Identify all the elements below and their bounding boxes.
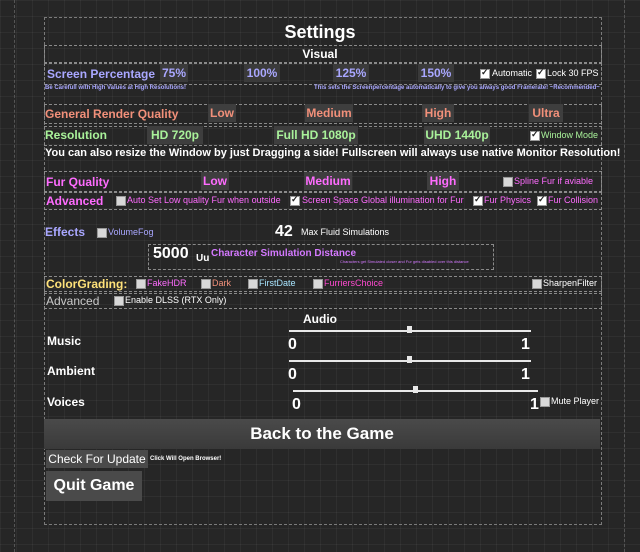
resolution-1440-button[interactable]: UHD 1440p	[424, 126, 490, 144]
colorgrading-row	[44, 276, 602, 292]
fur-physics-label: Fur Physics	[484, 195, 532, 205]
screen-percentage-label: Screen Percentage	[47, 67, 156, 81]
window-mode-label: Window Mode	[541, 130, 599, 140]
fur-quality-low-button[interactable]: Low	[201, 172, 229, 190]
fur-quality-label: Fur Quality	[46, 175, 110, 189]
fluid-count-label: Max Fluid Simulations	[301, 227, 390, 237]
auto-low-label: Auto Set Low quality Fur when outside	[127, 195, 281, 205]
dlss-checkbox[interactable]	[114, 296, 124, 306]
fakehdr-checkbox[interactable]	[136, 279, 146, 289]
fur-quality-high-button[interactable]: High	[427, 172, 459, 190]
advanced2-label: Advanced	[46, 294, 100, 308]
dark-checkbox[interactable]	[201, 279, 211, 289]
ssgi-checkbox[interactable]	[290, 194, 300, 206]
effects-label: Effects	[45, 225, 86, 239]
auto-low-checkbox[interactable]	[116, 196, 126, 206]
lock30-label: Lock 30 FPS	[547, 68, 599, 78]
fur-physics-checkbox[interactable]	[473, 194, 483, 206]
music-slider-thumb[interactable]	[407, 326, 412, 333]
fur-collision-checkbox[interactable]	[537, 194, 547, 206]
sharpen-checkbox[interactable]	[532, 279, 542, 289]
fur-collision-label: Fur Collision	[548, 195, 599, 205]
colorgrading-label: ColorGrading:	[46, 277, 128, 291]
advanced-label: Advanced	[46, 194, 104, 208]
visual-header: Visual	[302, 47, 338, 61]
ambient-min: 0	[288, 366, 297, 383]
volumefog-checkbox[interactable]	[97, 228, 107, 238]
fakehdr-label: FakeHDR	[147, 278, 187, 288]
volumefog-label: VolumeFog	[108, 227, 154, 237]
char-sim-unit: Uu	[196, 253, 210, 264]
audio-header: Audio	[303, 312, 337, 326]
back-to-game-button[interactable]: Back to the Game	[44, 419, 600, 449]
automatic-label: Automatic	[492, 68, 533, 78]
voices-slider-thumb[interactable]	[413, 386, 418, 393]
check-update-button[interactable]: Check For Update	[46, 450, 148, 468]
ambient-max: 1	[521, 366, 530, 383]
render-quality-ultra-button[interactable]: Ultra	[529, 104, 563, 122]
voices-max: 1	[530, 396, 539, 413]
voices-label: Voices	[47, 395, 85, 409]
outer-guide-right	[624, 0, 626, 552]
resolution-label: Resolution	[45, 128, 107, 142]
dark-label: Dark	[212, 278, 232, 288]
dlss-label: Enable DLSS (RTX Only)	[125, 295, 227, 305]
render-quality-high-button[interactable]: High	[422, 104, 454, 122]
resolution-note: You can also resize the Window by just D…	[45, 147, 621, 159]
fluid-count-value[interactable]: 42	[275, 223, 293, 241]
spline-fur-checkbox[interactable]	[503, 177, 513, 187]
ambient-label: Ambient	[47, 364, 95, 378]
screen-percentage-auto-note: This sets the Screenpercentage automatic…	[314, 85, 600, 91]
resolution-720-button[interactable]: HD 720p	[147, 126, 203, 144]
outer-guide-left	[14, 0, 16, 552]
char-sim-note: Characters get Simulated closer and Fur …	[340, 259, 469, 264]
page-title: Settings	[284, 22, 356, 42]
firstdate-checkbox[interactable]	[248, 279, 258, 289]
ambient-slider-thumb[interactable]	[407, 356, 412, 363]
char-sim-label: Character Simulation Distance	[211, 248, 357, 259]
render-quality-low-button[interactable]: Low	[208, 104, 236, 122]
automatic-checkbox[interactable]	[480, 67, 490, 79]
lock30-checkbox[interactable]	[536, 67, 546, 79]
screen-percentage-125-button[interactable]: 125%	[333, 64, 369, 82]
ssgi-label: Screen Space Global illumination for Fur	[302, 195, 464, 205]
music-max: 1	[521, 336, 530, 353]
resolution-1080-button[interactable]: Full HD 1080p	[274, 126, 358, 144]
furriers-checkbox[interactable]	[313, 279, 323, 289]
quit-game-button[interactable]: Quit Game	[46, 471, 142, 501]
voices-min: 0	[292, 396, 301, 413]
furriers-label: FurriersChoice	[324, 278, 384, 288]
screen-percentage-warning: Be Carefull with High Values at High Res…	[45, 85, 187, 91]
firstdate-label: FirstDate	[259, 278, 296, 288]
render-quality-medium-button[interactable]: Medium	[305, 104, 353, 122]
screen-percentage-100-button[interactable]: 100%	[244, 64, 280, 82]
mute-player-checkbox[interactable]	[540, 397, 550, 407]
fur-quality-medium-button[interactable]: Medium	[304, 172, 352, 190]
screen-percentage-150-button[interactable]: 150%	[418, 64, 454, 82]
screen-percentage-75-button[interactable]: 75%	[160, 64, 188, 82]
char-sim-value[interactable]: 5000	[153, 245, 189, 263]
sharpen-label: SharpenFilter	[543, 278, 598, 288]
music-label: Music	[47, 334, 82, 348]
mute-player-label: Mute Player	[551, 396, 600, 406]
render-quality-label: General Render Quality	[45, 107, 179, 121]
update-note: Click Will Open Browser!	[150, 456, 222, 462]
window-mode-checkbox[interactable]	[530, 129, 540, 141]
music-min: 0	[288, 336, 297, 353]
spline-fur-label: Spline Fur if aviable	[514, 176, 594, 186]
